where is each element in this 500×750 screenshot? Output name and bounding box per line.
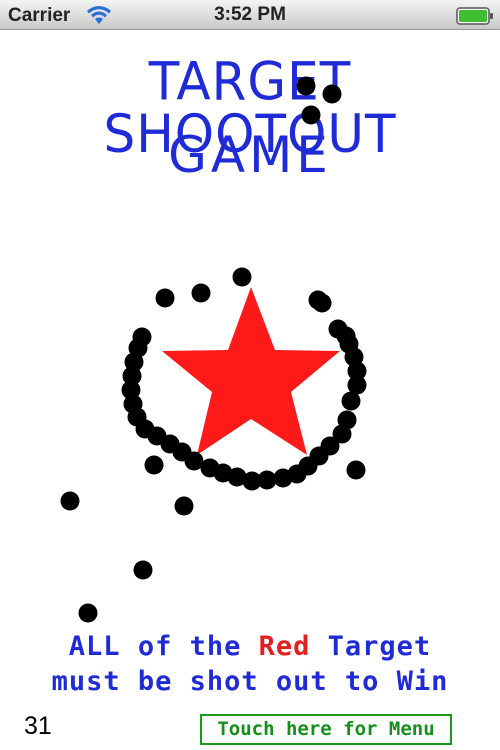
red-star-target[interactable] xyxy=(162,287,340,455)
bullet-hole xyxy=(133,560,153,580)
bullet-hole xyxy=(337,410,357,430)
instruction-line-1: ALL of the Red Target xyxy=(0,631,500,662)
bullet-hole xyxy=(346,460,366,480)
instruction-text-target: Target xyxy=(310,631,432,662)
bullet-hole xyxy=(144,455,164,475)
bullet-hole xyxy=(301,105,321,125)
menu-button[interactable]: Touch here for Menu xyxy=(200,714,452,745)
instruction-red-word: Red xyxy=(258,631,311,662)
instruction-text-all: ALL of the xyxy=(68,631,259,662)
bullet-hole xyxy=(174,496,194,516)
bullet-hole xyxy=(232,267,252,287)
bullet-hole xyxy=(296,76,316,96)
bullet-hole xyxy=(336,326,356,346)
bullet-hole xyxy=(191,283,211,303)
bullet-hole xyxy=(312,293,332,313)
bullet-hole xyxy=(78,603,98,623)
bullet-hole xyxy=(322,84,342,104)
bullet-hole xyxy=(257,470,277,490)
bullet-hole xyxy=(60,491,80,511)
instruction-line-2: must be shot out to Win xyxy=(51,666,449,697)
shot-counter: 31 xyxy=(24,712,52,740)
bullet-holes xyxy=(60,76,367,623)
bullet-hole xyxy=(155,288,175,308)
